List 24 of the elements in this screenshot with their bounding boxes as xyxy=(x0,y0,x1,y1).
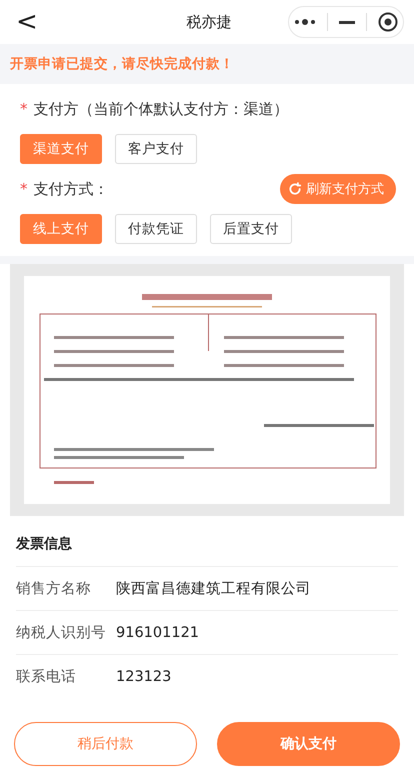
field-label: 销售方名称 xyxy=(16,580,92,598)
field-label: 联系电话 xyxy=(16,668,77,686)
pay-later-button[interactable]: 稍后付款 xyxy=(14,722,197,766)
field-label: 纳税人识别号 xyxy=(16,624,107,642)
minimize-icon[interactable] xyxy=(338,20,355,24)
method-option[interactable]: 后置支付 xyxy=(210,214,292,244)
section-title: 发票信息 xyxy=(16,535,73,554)
back-button[interactable]: < xyxy=(12,9,42,35)
close-icon[interactable] xyxy=(378,12,398,32)
payer-option[interactable]: 渠道支付 xyxy=(20,134,102,164)
method-label: * 支付方式： xyxy=(20,180,108,198)
more-icon[interactable] xyxy=(294,19,316,25)
field-value: 916101121 xyxy=(116,624,200,640)
field-value: 陕西富昌德建筑工程有限公司 xyxy=(116,580,311,598)
page-title: 税亦捷 xyxy=(186,12,232,32)
method-option[interactable]: 线上支付 xyxy=(20,214,102,244)
refresh-button[interactable]: 刷新支付方式 xyxy=(280,174,396,204)
field-value: 123123 xyxy=(116,668,172,684)
confirm-pay-button[interactable]: 确认支付 xyxy=(217,722,400,766)
refresh-icon xyxy=(288,182,302,196)
notice-banner: 开票申请已提交，请尽快完成付款！ xyxy=(0,44,414,84)
payer-label: * 支付方（当前个体默认支付方：渠道） xyxy=(20,100,288,118)
method-option[interactable]: 付款凭证 xyxy=(115,214,197,244)
payer-option[interactable]: 客户支付 xyxy=(115,134,197,164)
